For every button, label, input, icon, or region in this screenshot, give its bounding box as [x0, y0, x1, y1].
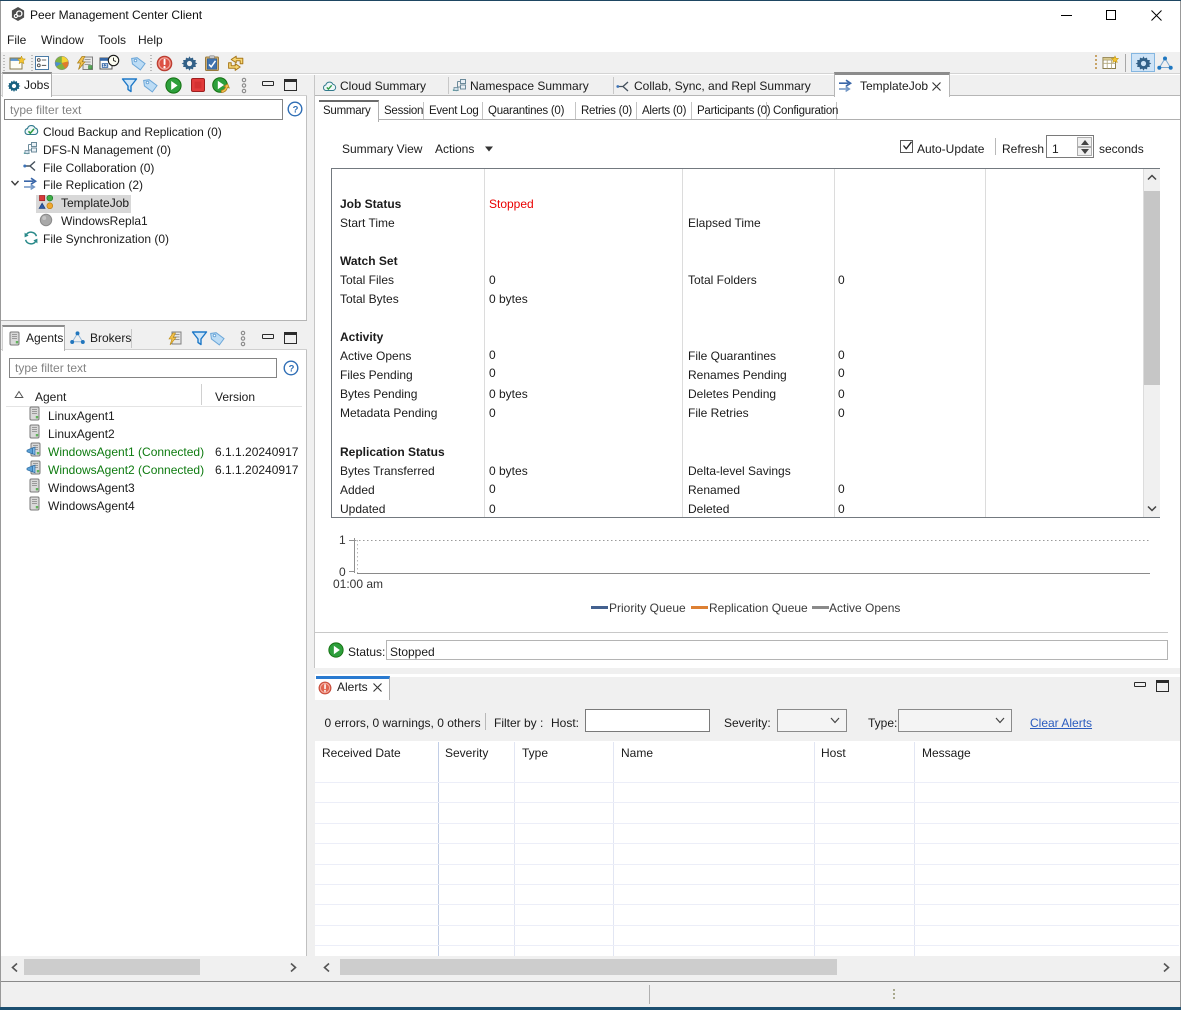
svg-text:?: ?: [293, 104, 299, 115]
svg-text:?: ?: [289, 363, 295, 374]
svg-text:12: 12: [102, 63, 108, 68]
